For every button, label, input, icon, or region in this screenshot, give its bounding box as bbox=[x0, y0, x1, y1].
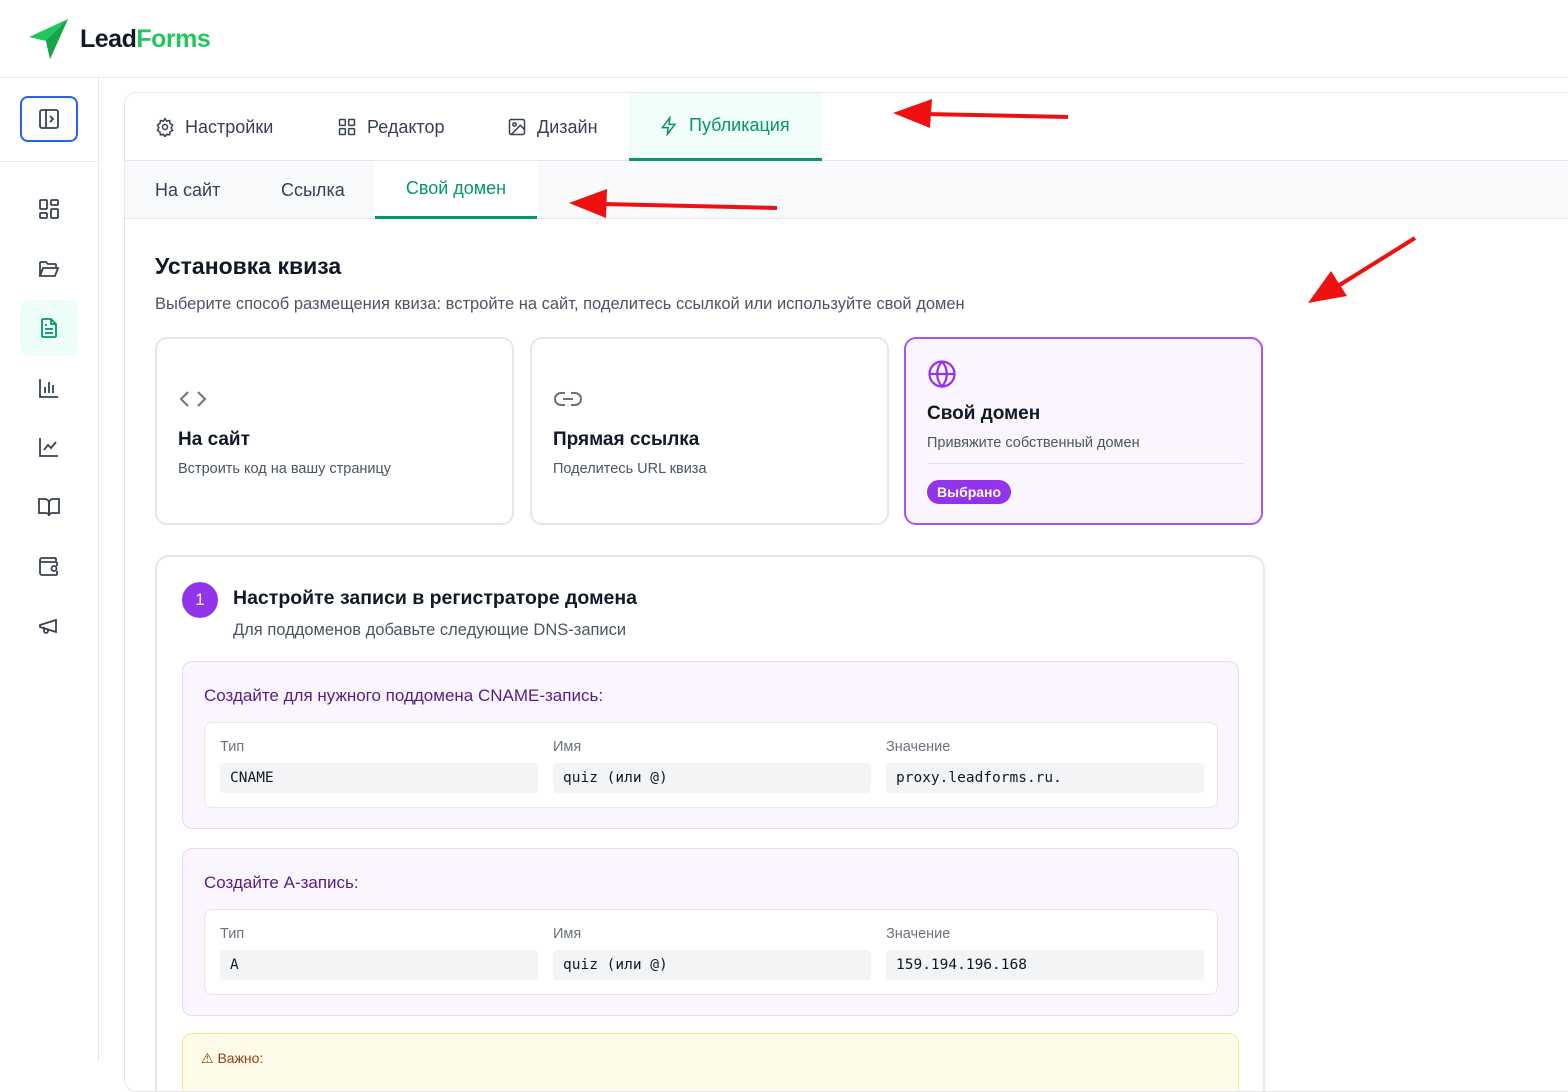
tab-settings-label: Настройки bbox=[185, 116, 274, 137]
sidebar-item-dashboard[interactable] bbox=[20, 181, 78, 237]
record-name-label: Имя bbox=[553, 739, 582, 755]
sidebar bbox=[0, 78, 99, 1062]
logo-arrow-icon bbox=[29, 19, 68, 59]
tab-bar: Настройки Редактор Дизайн Публикация bbox=[125, 93, 1568, 161]
record-title: Создайте A-запись: bbox=[204, 873, 359, 892]
option-card-desc: Привяжите собственный домен bbox=[927, 435, 1140, 451]
sidebar-toggle-button[interactable] bbox=[20, 96, 78, 142]
sidebar-item-marketing[interactable] bbox=[20, 598, 78, 654]
tab-design-label: Дизайн bbox=[537, 116, 598, 137]
document-icon bbox=[41, 318, 57, 338]
grid-icon bbox=[338, 118, 356, 136]
code-icon bbox=[179, 391, 207, 407]
record-value-value[interactable]: proxy.leadforms.ru. bbox=[886, 763, 1204, 793]
logo-text: LeadForms bbox=[80, 24, 211, 54]
sidebar-item-stats[interactable] bbox=[20, 419, 78, 475]
step-description: Для поддоменов добавьте следующие DNS-за… bbox=[233, 621, 627, 639]
logo[interactable]: LeadForms bbox=[28, 18, 211, 60]
option-card-title: Свой домен bbox=[927, 403, 1041, 424]
sidebar-expand-icon bbox=[39, 109, 59, 129]
option-card-desc: Поделитесь URL квиза bbox=[553, 461, 707, 477]
subtab-on-site-label: На сайт bbox=[155, 179, 221, 200]
option-card-on-site[interactable]: На сайт Встроить код на вашу страницу bbox=[155, 337, 514, 525]
globe-icon bbox=[928, 360, 956, 389]
lightning-icon bbox=[660, 115, 677, 136]
main-panel: Настройки Редактор Дизайн Публикация На … bbox=[124, 92, 1568, 1092]
sidebar-item-billing[interactable] bbox=[20, 538, 78, 594]
book-icon bbox=[38, 498, 60, 517]
sidebar-item-folders[interactable] bbox=[20, 241, 78, 297]
logo-forms: Forms bbox=[136, 24, 211, 53]
page-title: Установка квиза bbox=[155, 253, 342, 279]
sidebar-item-quizzes[interactable] bbox=[20, 300, 78, 356]
record-name-value[interactable]: quiz (или @) bbox=[553, 763, 871, 793]
record-table: Тип A Имя quiz (или @) Значение 159.194.… bbox=[204, 909, 1218, 995]
record-name-label: Имя bbox=[553, 926, 582, 942]
line-chart-icon bbox=[39, 438, 58, 457]
cname-record-block: Создайте для нужного поддомена CNAME-зап… bbox=[182, 661, 1239, 829]
option-card-direct-link[interactable]: Прямая ссылка Поделитесь URL квиза bbox=[530, 337, 889, 525]
warning-box: ⚠ Важно: bbox=[182, 1033, 1239, 1091]
record-type-value[interactable]: A bbox=[220, 950, 538, 980]
gear-icon bbox=[156, 117, 174, 137]
record-type-value[interactable]: CNAME bbox=[220, 763, 538, 793]
selected-badge: Выбрано bbox=[927, 480, 1012, 504]
subtab-link[interactable]: Ссылка bbox=[281, 161, 345, 219]
subtab-on-site[interactable]: На сайт bbox=[155, 161, 220, 219]
record-type-label: Тип bbox=[220, 926, 245, 942]
a-record-block: Создайте A-запись: Тип A Имя quiz (или @… bbox=[182, 848, 1239, 1016]
megaphone-icon bbox=[39, 618, 57, 634]
image-icon bbox=[508, 118, 526, 136]
sidebar-divider bbox=[0, 161, 99, 162]
record-table: Тип CNAME Имя quiz (или @) Значение prox… bbox=[204, 722, 1218, 808]
tab-editor-label: Редактор bbox=[367, 116, 445, 137]
option-card-desc: Встроить код на вашу страницу bbox=[178, 461, 392, 477]
record-name-value[interactable]: quiz (или @) bbox=[553, 950, 871, 980]
page-description: Выберите способ размещения квиза: встрой… bbox=[155, 295, 965, 313]
step-dns-records: 1 Настройте записи в регистраторе домена… bbox=[155, 555, 1265, 1091]
option-card-title: Прямая ссылка bbox=[553, 429, 700, 450]
record-value-value[interactable]: 159.194.196.168 bbox=[886, 950, 1204, 980]
tab-design[interactable]: Дизайн bbox=[507, 93, 598, 161]
subtab-bar: На сайт Ссылка Свой домен bbox=[125, 161, 1568, 219]
warning-text: ⚠ Важно: bbox=[201, 1050, 264, 1066]
card-divider bbox=[927, 463, 1243, 464]
logo-lead: Lead bbox=[80, 24, 137, 53]
folder-icon bbox=[38, 261, 60, 277]
link-icon bbox=[554, 392, 582, 406]
sidebar-item-docs[interactable] bbox=[20, 479, 78, 535]
record-title: Создайте для нужного поддомена CNAME-зап… bbox=[204, 686, 604, 705]
subtab-custom-domain-label: Свой домен bbox=[405, 178, 507, 198]
option-card-title: На сайт bbox=[178, 429, 250, 450]
record-value-label: Значение bbox=[886, 926, 951, 942]
tab-publication-label: Публикация bbox=[689, 115, 790, 135]
step-title: Настройте записи в регистраторе домена bbox=[233, 587, 637, 609]
subtab-link-label: Ссылка bbox=[281, 179, 345, 200]
tab-settings[interactable]: Настройки bbox=[155, 93, 273, 161]
wallet-icon bbox=[39, 557, 58, 576]
dashboard-icon bbox=[39, 199, 59, 219]
record-type-label: Тип bbox=[220, 739, 245, 755]
tab-editor[interactable]: Редактор bbox=[337, 93, 444, 161]
tab-publication[interactable]: Публикация bbox=[629, 93, 822, 161]
sidebar-item-analytics[interactable] bbox=[20, 360, 78, 416]
bar-chart-icon bbox=[39, 379, 58, 398]
record-value-label: Значение bbox=[886, 739, 951, 755]
top-bar: LeadForms bbox=[0, 0, 1568, 78]
step-number: 1 bbox=[182, 582, 218, 618]
option-card-custom-domain[interactable]: Свой домен Привяжите собственный домен В… bbox=[904, 337, 1263, 525]
subtab-custom-domain[interactable]: Свой домен bbox=[375, 161, 537, 219]
